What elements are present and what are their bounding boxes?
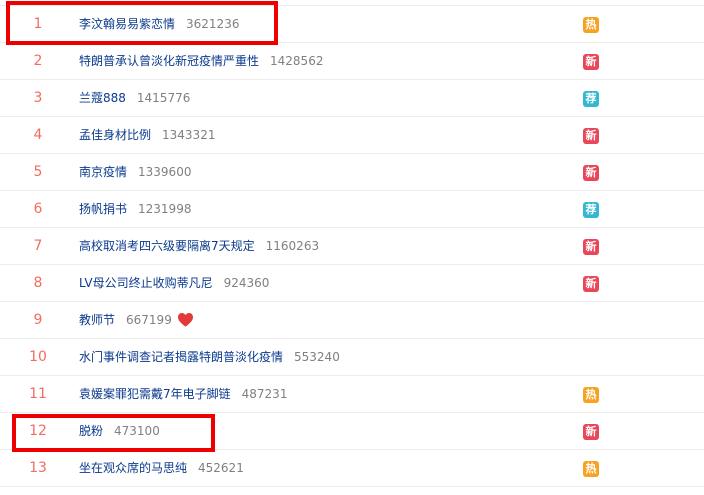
rec-badge: 荐 — [583, 91, 599, 107]
search-count: 452621 — [198, 461, 244, 475]
rank-number: 7 — [33, 238, 43, 254]
rank-number: 1 — [33, 16, 43, 32]
search-count: 553240 — [294, 350, 340, 364]
topic-cell: 高校取消考四六级要隔离7天规定 1160263 — [79, 228, 319, 264]
topic-cell: 兰蔻888 1415776 — [79, 80, 190, 116]
hot-search-row: 10 水门事件调查记者揭露特朗普淡化疫情 553240 — [0, 339, 704, 376]
new-badge: 新 — [583, 165, 599, 181]
search-count: 924360 — [223, 276, 270, 290]
new-badge: 新 — [583, 128, 599, 144]
hot-search-row: 8 LV母公司终止收购蒂凡尼 924360 新 — [0, 265, 704, 302]
topic-link[interactable]: 兰蔻888 — [79, 91, 126, 105]
hot-search-row: 3 兰蔻888 1415776 荐 — [0, 80, 704, 117]
new-badge: 新 — [583, 424, 599, 440]
rank-number: 12 — [29, 423, 47, 439]
search-count: 1231998 — [138, 202, 192, 216]
hot-search-row: 4 孟佳身材比例 1343321 新 — [0, 117, 704, 154]
rank-number: 13 — [29, 460, 47, 476]
hot-search-row: 2 特朗普承认曾淡化新冠疫情严重性 1428562 新 — [0, 43, 704, 80]
heart-icon — [177, 312, 193, 327]
search-count: 1160263 — [265, 239, 320, 253]
topic-link[interactable]: 水门事件调查记者揭露特朗普淡化疫情 — [79, 350, 283, 364]
topic-cell: 南京疫情 1339600 — [79, 154, 191, 190]
topic-link[interactable]: 李汶翰易易紫恋情 — [79, 17, 175, 31]
rank-number: 3 — [33, 90, 43, 106]
hot-search-row: 11 袁媛案罪犯需戴7年电子脚链 487231 热 — [0, 376, 704, 413]
new-badge: 新 — [583, 239, 599, 255]
hot-badge: 热 — [583, 387, 599, 403]
rank-number: 2 — [33, 53, 43, 69]
search-count: 1415776 — [136, 91, 191, 105]
topic-cell: 水门事件调查记者揭露特朗普淡化疫情 553240 — [79, 339, 340, 375]
hot-search-row: 5 南京疫情 1339600 新 — [0, 154, 704, 191]
search-count: 1339600 — [138, 165, 192, 179]
rank-number: 5 — [33, 164, 43, 180]
hot-search-row: 6 扬帆捐书 1231998 荐 — [0, 191, 704, 228]
topic-link[interactable]: 脱粉 — [79, 424, 103, 438]
topic-cell: 脱粉 473100 — [79, 413, 160, 449]
rank-number: 10 — [29, 349, 47, 365]
rank-number: 4 — [33, 127, 43, 143]
topic-cell: 坐在观众席的马思纯 452621 — [79, 450, 244, 486]
rank-number: 9 — [33, 312, 43, 328]
rank-number: 8 — [33, 275, 43, 291]
topic-link[interactable]: 高校取消考四六级要隔离7天规定 — [79, 239, 255, 253]
hot-search-row: 7 高校取消考四六级要隔离7天规定 1160263 新 — [0, 228, 704, 265]
hot-search-row: 1 李汶翰易易紫恋情 3621236 热 — [0, 6, 704, 43]
search-count: 1428562 — [270, 54, 324, 68]
hot-search-row: 13 坐在观众席的马思纯 452621 热 — [0, 450, 704, 487]
hot-search-row: 12 脱粉 473100 新 — [0, 413, 704, 450]
topic-cell: LV母公司终止收购蒂凡尼 924360 — [79, 265, 269, 301]
topic-cell: 教师节 667199 — [79, 302, 194, 338]
search-count: 473100 — [114, 424, 160, 438]
topic-cell: 扬帆捐书 1231998 — [79, 191, 191, 227]
topic-link[interactable]: 教师节 — [79, 313, 115, 327]
topic-link[interactable]: 扬帆捐书 — [79, 202, 127, 216]
search-count: 3621236 — [186, 17, 240, 31]
hot-search-list: 1 李汶翰易易紫恋情 3621236 热 2 特朗普承认曾淡化新冠疫情严重性 1428562… — [0, 6, 704, 487]
new-badge: 新 — [583, 54, 599, 70]
topic-link[interactable]: 袁媛案罪犯需戴7年电子脚链 — [79, 387, 231, 401]
search-count: 667199 — [126, 313, 172, 327]
hot-search-row: 9 教师节 667199 — [0, 302, 704, 339]
rank-number: 6 — [33, 201, 43, 217]
search-count: 1343321 — [162, 128, 216, 142]
topic-cell: 孟佳身材比例 1343321 — [79, 117, 215, 153]
rec-badge: 荐 — [583, 202, 599, 218]
hot-badge: 热 — [583, 17, 599, 33]
topic-cell: 李汶翰易易紫恋情 3621236 — [79, 6, 239, 42]
new-badge: 新 — [583, 276, 599, 292]
topic-cell: 特朗普承认曾淡化新冠疫情严重性 1428562 — [79, 43, 323, 79]
topic-cell: 袁媛案罪犯需戴7年电子脚链 487231 — [79, 376, 287, 412]
search-count: 487231 — [241, 387, 288, 401]
hot-badge: 热 — [583, 461, 599, 477]
topic-link[interactable]: 特朗普承认曾淡化新冠疫情严重性 — [79, 54, 259, 68]
topic-link[interactable]: 南京疫情 — [79, 165, 127, 179]
topic-link[interactable]: 孟佳身材比例 — [79, 128, 151, 142]
topic-link[interactable]: LV母公司终止收购蒂凡尼 — [79, 276, 213, 290]
topic-link[interactable]: 坐在观众席的马思纯 — [79, 461, 187, 475]
rank-number: 11 — [29, 386, 47, 402]
